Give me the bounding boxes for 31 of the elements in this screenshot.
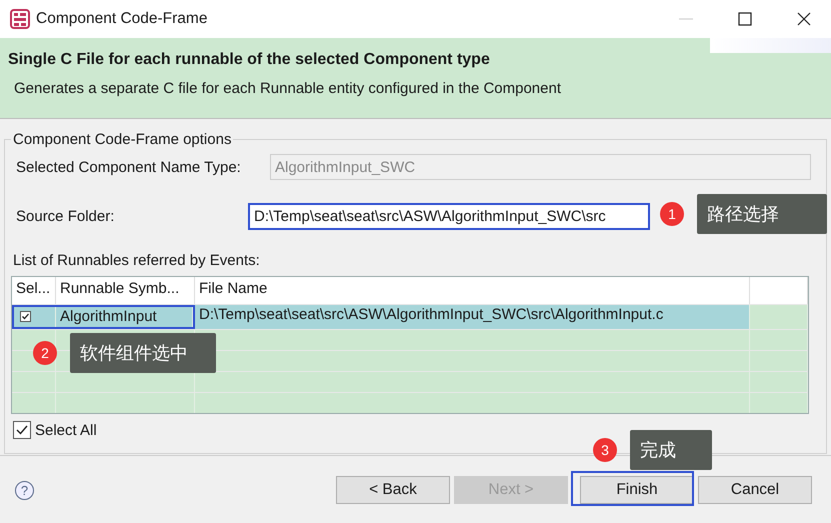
field-label: Selected Component Name Type: [15,158,242,176]
group-legend: Component Code-Frame options [11,131,234,148]
app-icon [10,9,30,29]
row-checkbox[interactable] [20,311,31,322]
step-number: 3 [593,438,617,462]
column-header[interactable]: Runnable Symb... [56,277,195,304]
column-header[interactable]: Sel... [12,277,56,304]
table-row[interactable]: AlgorithmInput D:\Temp\seat\seat\src\ASW\AlgorithmInput_SWC\src\AlgorithmInput.c [12,304,808,329]
check-icon [21,312,30,321]
help-button[interactable]: ? [15,480,34,500]
source-folder-field[interactable]: D:\Temp\seat\seat\src\ASW\AlgorithmInput_SWC\src [248,203,650,230]
close-icon[interactable] [797,12,811,26]
wizard-button[interactable]: < Back [336,476,450,504]
callout: 软件组件选中 [70,333,216,373]
page-description: Generates a separate C file for each Runnable entity configured in the Component [13,80,562,97]
check-icon [15,423,29,437]
select-all-checkbox[interactable] [13,421,31,439]
callout: 完成 [630,430,712,470]
table-cell: D:\Temp\seat\seat\src\ASW\AlgorithmInput_SWC\src\AlgorithmInput.c [195,305,750,329]
step-number: 1 [660,202,684,226]
field-label: Source Folder: [15,208,116,225]
wizard-button[interactable]: Finish [580,476,694,504]
checkbox-label[interactable]: Select All [35,422,97,438]
window-title: Component Code-Frame [36,10,208,28]
list-label: List of Runnables referred by Events: [13,252,261,269]
wizard-button[interactable]: Cancel [698,476,812,504]
page-title: Single C File for each runnable of the selected Component type [8,51,491,69]
table-cell: AlgorithmInput [56,307,193,327]
column-header[interactable]: File Name [195,277,750,304]
callout: 路径选择 [697,194,827,234]
maximize-icon[interactable] [738,12,752,26]
